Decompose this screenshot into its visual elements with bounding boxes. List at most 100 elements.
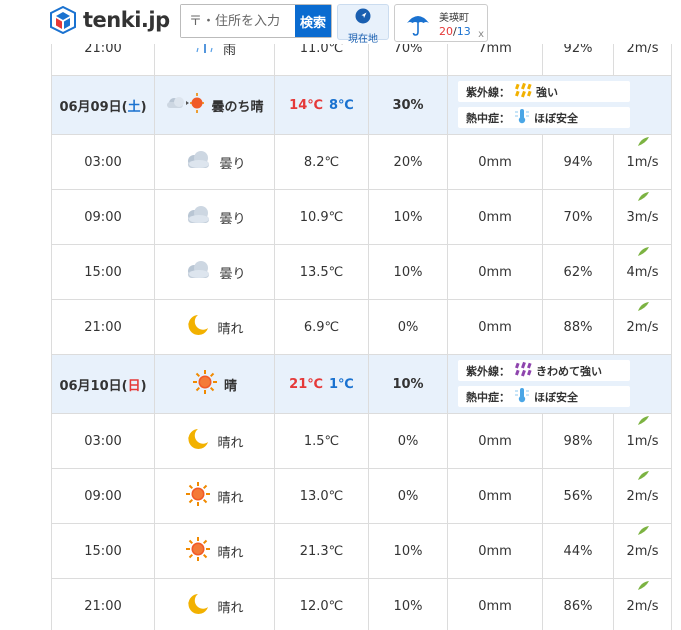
precip-probability-cell: 20% bbox=[368, 134, 448, 190]
weather-label: 晴 bbox=[223, 378, 237, 394]
wind-cell: 3m/s bbox=[613, 189, 672, 245]
sun-icon bbox=[192, 369, 218, 399]
time-cell: 09:00 bbox=[51, 468, 155, 524]
weather-label: 晴れ bbox=[217, 600, 244, 616]
wind-direction-icon bbox=[614, 414, 671, 432]
wind-speed: 1m/s bbox=[626, 155, 659, 170]
weather-cell: 晴れ bbox=[154, 468, 275, 524]
close-icon[interactable]: x bbox=[478, 29, 484, 40]
wind-cell: 4m/s bbox=[613, 244, 672, 300]
temperature-range-cell: 14℃ 8℃ bbox=[274, 75, 369, 135]
wind-direction-icon bbox=[614, 469, 671, 487]
humidity-cell: 88% bbox=[542, 299, 614, 355]
heatstroke-value: ほぼ安全 bbox=[534, 390, 578, 404]
precip-probability-cell: 10% bbox=[368, 578, 448, 630]
precip-probability-cell: 10% bbox=[368, 354, 448, 414]
temperature-cell: 10.9℃ bbox=[274, 189, 369, 245]
wind-direction-icon bbox=[614, 300, 671, 318]
time-cell: 15:00 bbox=[51, 244, 155, 300]
time-cell: 03:00 bbox=[51, 413, 155, 469]
weather-cell: 曇り bbox=[154, 189, 275, 245]
weather-cell: 晴 bbox=[154, 354, 275, 414]
humidity-cell: 86% bbox=[542, 578, 614, 630]
precip-amount-cell: 0mm bbox=[447, 299, 543, 355]
precip-amount-cell: 0mm bbox=[447, 523, 543, 579]
weather-cell: 曇り bbox=[154, 244, 275, 300]
cloudy-icon bbox=[183, 203, 213, 231]
day-of-week: 日 bbox=[127, 378, 141, 394]
weather-label: 曇り bbox=[219, 266, 246, 282]
date-cell: 06月09日(土) bbox=[51, 75, 155, 135]
cloudy-icon bbox=[183, 258, 213, 286]
umbrella-icon bbox=[407, 16, 429, 36]
wind-speed: 2m/s bbox=[626, 489, 659, 504]
precip-amount-cell: 0mm bbox=[447, 413, 543, 469]
precip-amount-cell: 0mm bbox=[447, 134, 543, 190]
temperature-cell: 21.3℃ bbox=[274, 523, 369, 579]
uv-icon bbox=[514, 82, 532, 101]
temperature-cell: 13.5℃ bbox=[274, 244, 369, 300]
favorite-location[interactable]: 美瑛町 20/13 x bbox=[394, 4, 488, 42]
wind-cell: 2m/s bbox=[613, 299, 672, 355]
sun-icon bbox=[185, 481, 211, 511]
weather-label: 晴れ bbox=[217, 490, 244, 506]
weather-label: 曇り bbox=[219, 211, 246, 227]
forecast-hour-row: 21:00 晴れ 6.9℃ 0% 0mm 88% 2m/s bbox=[51, 299, 672, 355]
index-cell: 紫外線： きわめて強い 熱中症： ほぼ安全 bbox=[447, 354, 672, 414]
precip-probability-cell: 10% bbox=[368, 523, 448, 579]
cloudy-icon bbox=[183, 148, 213, 176]
site-logo[interactable]: tenki.jp bbox=[50, 6, 170, 34]
cloudy-then-sunny-icon bbox=[165, 90, 205, 120]
date-prefix: 06月09日( bbox=[59, 99, 128, 115]
uv-value: 強い bbox=[536, 85, 558, 99]
uv-index: 紫外線： きわめて強い bbox=[458, 360, 630, 381]
time-cell: 21:00 bbox=[51, 299, 155, 355]
humidity-cell: 98% bbox=[542, 413, 614, 469]
site-header: tenki.jp 検索 現在地 美瑛町 20/13 x bbox=[0, 0, 681, 45]
favorite-high-temp: 20 bbox=[439, 25, 453, 38]
date-suffix: ) bbox=[140, 99, 147, 115]
sun-icon bbox=[185, 536, 211, 566]
heatstroke-index: 熱中症： ほぼ安全 bbox=[458, 107, 630, 128]
precip-probability-cell: 0% bbox=[368, 468, 448, 524]
heatstroke-value: ほぼ安全 bbox=[534, 111, 578, 125]
humidity-cell: 62% bbox=[542, 244, 614, 300]
weather-label: 晴れ bbox=[217, 435, 244, 451]
humidity-cell: 70% bbox=[542, 189, 614, 245]
wind-speed: 1m/s bbox=[626, 434, 659, 449]
weather-label: 晴れ bbox=[217, 321, 244, 337]
favorite-temps: 20/13 bbox=[439, 25, 471, 38]
forecast-hour-row: 03:00 曇り 8.2℃ 20% 0mm 94% 1m/s bbox=[51, 134, 672, 190]
weather-cell: 晴れ bbox=[154, 578, 275, 630]
temperature-cell: 13.0℃ bbox=[274, 468, 369, 524]
temperature-cell: 8.2℃ bbox=[274, 134, 369, 190]
search-button[interactable]: 検索 bbox=[295, 5, 331, 37]
temperature-cell: 6.9℃ bbox=[274, 299, 369, 355]
low-temp: 8℃ bbox=[329, 97, 354, 113]
precip-amount-cell: 0mm bbox=[447, 244, 543, 300]
time-cell: 15:00 bbox=[51, 523, 155, 579]
heatstroke-label: 熱中症： bbox=[466, 390, 510, 404]
precip-amount-cell: 0mm bbox=[447, 468, 543, 524]
wind-direction-icon bbox=[614, 579, 671, 597]
index-cell: 紫外線： 強い 熱中症： ほぼ安全 bbox=[447, 75, 672, 135]
logo-text: tenki.jp bbox=[83, 8, 170, 32]
high-temp: 21℃ bbox=[289, 376, 324, 392]
forecast-day-row: 06月10日(日) 晴 21℃ 1℃ 10% 紫外線： きわめて強い 熱中症： ほぼ安… bbox=[51, 354, 672, 414]
uv-label: 紫外線： bbox=[466, 85, 510, 99]
temperature-cell: 12.0℃ bbox=[274, 578, 369, 630]
current-location-button[interactable]: 現在地 bbox=[337, 4, 389, 45]
forecast-day-row: 06月09日(土) 曇のち晴 14℃ 8℃ 30% 紫外線： 強い 熱中症： ほぼ安全 bbox=[51, 75, 672, 135]
precip-amount-cell: 0mm bbox=[447, 578, 543, 630]
heatstroke-label: 熱中症： bbox=[466, 111, 510, 125]
precip-probability-cell: 0% bbox=[368, 299, 448, 355]
date-prefix: 06月10日( bbox=[59, 378, 128, 394]
uv-value: きわめて強い bbox=[536, 364, 602, 378]
search-input[interactable] bbox=[181, 5, 295, 37]
weather-cell: 晴れ bbox=[154, 523, 275, 579]
humidity-cell: 44% bbox=[542, 523, 614, 579]
precip-probability-cell: 30% bbox=[368, 75, 448, 135]
wind-speed: 4m/s bbox=[626, 265, 659, 280]
heatstroke-index: 熱中症： ほぼ安全 bbox=[458, 386, 630, 407]
precip-probability-cell: 10% bbox=[368, 244, 448, 300]
